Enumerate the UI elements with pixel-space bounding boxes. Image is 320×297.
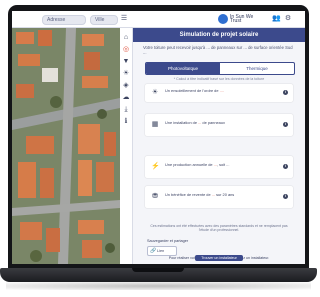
users-icon[interactable]: 👥 xyxy=(272,15,281,23)
filter-icon[interactable]: ▼ xyxy=(122,58,130,66)
panel-header: Simulation de projet solaire xyxy=(133,28,305,42)
brand-logo-mark xyxy=(218,14,228,24)
result-text: Un ensoleillement de l'ordre de .... xyxy=(165,88,275,93)
result-text-before: Une production annuelle de xyxy=(165,162,214,167)
settings-icon[interactable]: ⚙ xyxy=(284,15,292,23)
coins-icon: ⛃ xyxy=(152,193,158,200)
share-label: Sauvegarder et partager xyxy=(147,239,189,243)
info-icon[interactable]: i xyxy=(283,194,288,199)
locate-icon[interactable]: ◎ xyxy=(122,46,130,54)
result-text: Une installation de ... de panneaux xyxy=(165,120,275,125)
layers-icon[interactable]: ◈ xyxy=(122,82,130,90)
laptop-notch xyxy=(132,268,184,272)
home-icon[interactable]: ⌂ xyxy=(122,34,130,42)
address-search-field[interactable]: Adresse xyxy=(42,15,86,25)
share-link-button[interactable]: 🔗 Lien xyxy=(147,246,177,256)
estimate-note: * Calcul à titre indicatif basé sur les … xyxy=(173,77,265,81)
city-search-label: Ville xyxy=(95,17,105,23)
laptop-shadow xyxy=(6,282,311,290)
find-installer-button[interactable]: Trouver un installateur xyxy=(195,255,243,261)
result-card: ▦ Une installation de ... de panneaux i xyxy=(145,114,293,136)
laptop-mockup: Adresse Ville ☰ In Sun We Trust 👥 ⚙ ⌂ ◎ … xyxy=(0,0,317,297)
result-text: Une production annuelle de ..., soit ... xyxy=(165,162,275,167)
top-bar: Adresse Ville ☰ In Sun We Trust 👥 ⚙ xyxy=(12,11,305,28)
tab-thermique[interactable]: Thermique xyxy=(220,63,294,74)
menu-icon[interactable]: ☰ xyxy=(120,15,128,23)
result-text-after: de panneaux xyxy=(201,120,225,125)
sun-tool-icon[interactable]: ☀ xyxy=(122,70,130,78)
result-highlight: .... xyxy=(219,88,224,93)
brand-logo-text: In Sun We Trust xyxy=(230,14,254,24)
panel-title: Simulation de projet solaire xyxy=(179,32,259,38)
simulation-panel: Simulation de projet solaire Votre toitu… xyxy=(133,28,305,264)
city-search-field[interactable]: Ville xyxy=(90,15,118,25)
sun-icon: ☀ xyxy=(151,89,159,96)
result-card: ⛃ Un bénéfice de revente de ... sur 20 a… xyxy=(145,186,293,208)
result-card: ⚡ Une production annuelle de ..., soit .… xyxy=(145,156,293,178)
cloud-icon[interactable]: ☁ xyxy=(122,94,130,102)
brand-logo: In Sun We Trust xyxy=(218,13,258,25)
info-icon[interactable]: i xyxy=(283,90,288,95)
result-text-after: , soit ... xyxy=(216,162,230,167)
aerial-map-image xyxy=(12,28,120,264)
aerial-map[interactable] xyxy=(12,28,120,264)
address-search-label: Adresse xyxy=(47,17,66,23)
info-icon[interactable]: i xyxy=(283,164,288,169)
panel-icon: ▦ xyxy=(151,121,159,128)
result-text: Un bénéfice de revente de ... sur 20 ans xyxy=(165,192,275,197)
result-text-before: Une installation de xyxy=(165,120,199,125)
result-text-after: sur 20 ans xyxy=(214,192,235,197)
share-link-label: Lien xyxy=(157,249,165,253)
type-tabs: Photovoltaïque Thermique xyxy=(145,62,295,75)
tab-photovoltaique[interactable]: Photovoltaïque xyxy=(146,63,220,74)
result-text-before: Un ensoleillement de l'ordre de xyxy=(165,88,220,93)
result-text-before: Un bénéfice de revente de xyxy=(165,192,212,197)
link-icon: 🔗 xyxy=(150,248,157,254)
panel-intro: Votre toiture peut recevoir jusqu'à ... … xyxy=(143,45,293,55)
info-icon[interactable]: ℹ xyxy=(122,118,130,126)
map-toolbar: ⌂ ◎ ▼ ☀ ◈ ☁ ⤓ ℹ xyxy=(120,28,133,264)
bolt-icon: ⚡ xyxy=(151,163,160,170)
app-screen: Adresse Ville ☰ In Sun We Trust 👥 ⚙ ⌂ ◎ … xyxy=(12,11,305,264)
disclaimer-text: Ces estimations ont été effectuées avec … xyxy=(150,224,288,233)
result-card: ☀ Un ensoleillement de l'ordre de .... i xyxy=(145,84,293,102)
info-icon[interactable]: i xyxy=(283,122,288,127)
download-icon[interactable]: ⤓ xyxy=(122,106,130,114)
